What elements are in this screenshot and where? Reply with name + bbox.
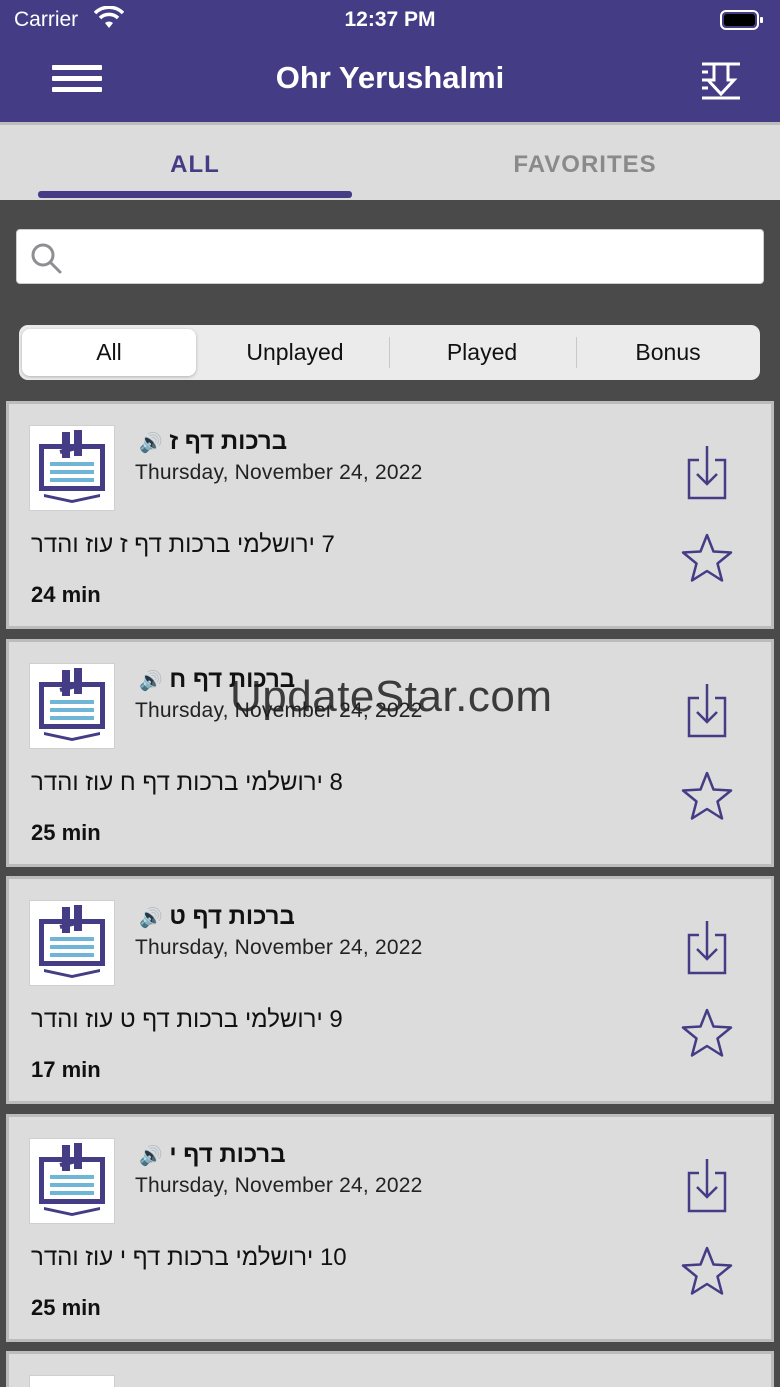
episode-card[interactable]: ברכות דף ט 🔊 Thursday, November 24, 2022… bbox=[6, 876, 774, 1104]
filter-all[interactable]: All bbox=[22, 329, 196, 376]
download-icon[interactable] bbox=[685, 682, 729, 738]
episode-description: 8 ירושלמי ברכות דף ח עוז והדר bbox=[31, 768, 343, 796]
podcast-logo bbox=[29, 900, 115, 986]
episode-title: ברכות דף י 🔊 bbox=[135, 1141, 286, 1169]
episode-card[interactable]: ברכות דף י 🔊 Thursday, November 24, 2022… bbox=[6, 1113, 774, 1342]
filter-played[interactable]: Played bbox=[391, 329, 573, 376]
active-tab-indicator bbox=[38, 191, 352, 198]
tab-favorites[interactable]: FAVORITES bbox=[390, 151, 780, 179]
speaker-icon: 🔊 bbox=[139, 1145, 163, 1167]
episode-title: ברכות דף ט 🔊 bbox=[135, 903, 295, 931]
podcast-logo bbox=[29, 1137, 115, 1224]
segment-divider bbox=[576, 337, 577, 368]
speaker-icon: 🔊 bbox=[139, 908, 163, 929]
battery-icon bbox=[720, 9, 764, 36]
episode-title: ברכות דף ח 🔊 bbox=[135, 666, 295, 694]
episode-title-text: ברכות דף ח bbox=[169, 665, 296, 693]
podcast-logo bbox=[29, 425, 115, 511]
nav-bar: Ohr Yerushalmi bbox=[0, 40, 780, 122]
download-icon[interactable] bbox=[685, 444, 729, 500]
filter-bonus[interactable]: Bonus bbox=[578, 329, 758, 376]
favorite-star-icon[interactable] bbox=[681, 532, 733, 584]
download-icon[interactable] bbox=[685, 1157, 729, 1213]
status-bar: Carrier 12:37 PM bbox=[0, 0, 780, 40]
download-icon[interactable] bbox=[685, 919, 729, 975]
app-title: Ohr Yerushalmi bbox=[275, 60, 505, 95]
clock: 12:37 PM bbox=[344, 8, 436, 31]
speaker-icon: 🔊 bbox=[139, 670, 163, 692]
episode-title: ברכות דף ז 🔊 bbox=[135, 428, 287, 456]
episode-date: Thursday, November 24, 2022 bbox=[135, 936, 423, 959]
episode-card[interactable]: ברכות דף ז 🔊 Thursday, November 24, 2022… bbox=[6, 401, 774, 629]
search-icon bbox=[29, 241, 63, 280]
episode-title-text: ברכות דף י bbox=[169, 1140, 286, 1168]
podcast-logo bbox=[29, 1375, 115, 1387]
favorite-star-icon[interactable] bbox=[681, 770, 733, 822]
episode-duration: 25 min bbox=[31, 1294, 101, 1320]
podcast-logo bbox=[29, 662, 115, 749]
download-all-icon[interactable] bbox=[698, 58, 744, 104]
episode-duration: 25 min bbox=[31, 819, 101, 845]
episode-duration: 24 min bbox=[31, 582, 101, 607]
episode-description: 9 ירושלמי ברכות דף ט עוז והדר bbox=[31, 1006, 343, 1033]
favorite-star-icon[interactable] bbox=[681, 1245, 733, 1297]
segment-divider bbox=[389, 337, 390, 368]
episode-card-partial[interactable] bbox=[6, 1351, 774, 1387]
episode-title-text: ברכות דף ט bbox=[169, 903, 295, 930]
episode-date: Thursday, November 24, 2022 bbox=[135, 698, 423, 722]
favorite-star-icon[interactable] bbox=[681, 1007, 733, 1059]
episode-description: 7 ירושלמי ברכות דף ז עוז והדר bbox=[31, 531, 335, 558]
episode-card[interactable]: ברכות דף ח 🔊 Thursday, November 24, 2022… bbox=[6, 638, 774, 867]
filter-segmented-control: All Unplayed Played Bonus bbox=[19, 325, 760, 380]
episode-description: 10 ירושלמי ברכות דף י עוז והדר bbox=[31, 1243, 347, 1271]
tab-all[interactable]: ALL bbox=[0, 151, 390, 179]
search-input[interactable] bbox=[16, 229, 764, 284]
episode-date: Thursday, November 24, 2022 bbox=[135, 1173, 423, 1197]
filter-unplayed[interactable]: Unplayed bbox=[204, 329, 386, 376]
tab-bar: ALL FAVORITES bbox=[0, 122, 780, 200]
speaker-icon: 🔊 bbox=[139, 433, 163, 454]
episode-date: Thursday, November 24, 2022 bbox=[135, 461, 423, 484]
episode-title-text: ברכות דף ז bbox=[169, 428, 288, 455]
episode-duration: 17 min bbox=[31, 1057, 101, 1082]
